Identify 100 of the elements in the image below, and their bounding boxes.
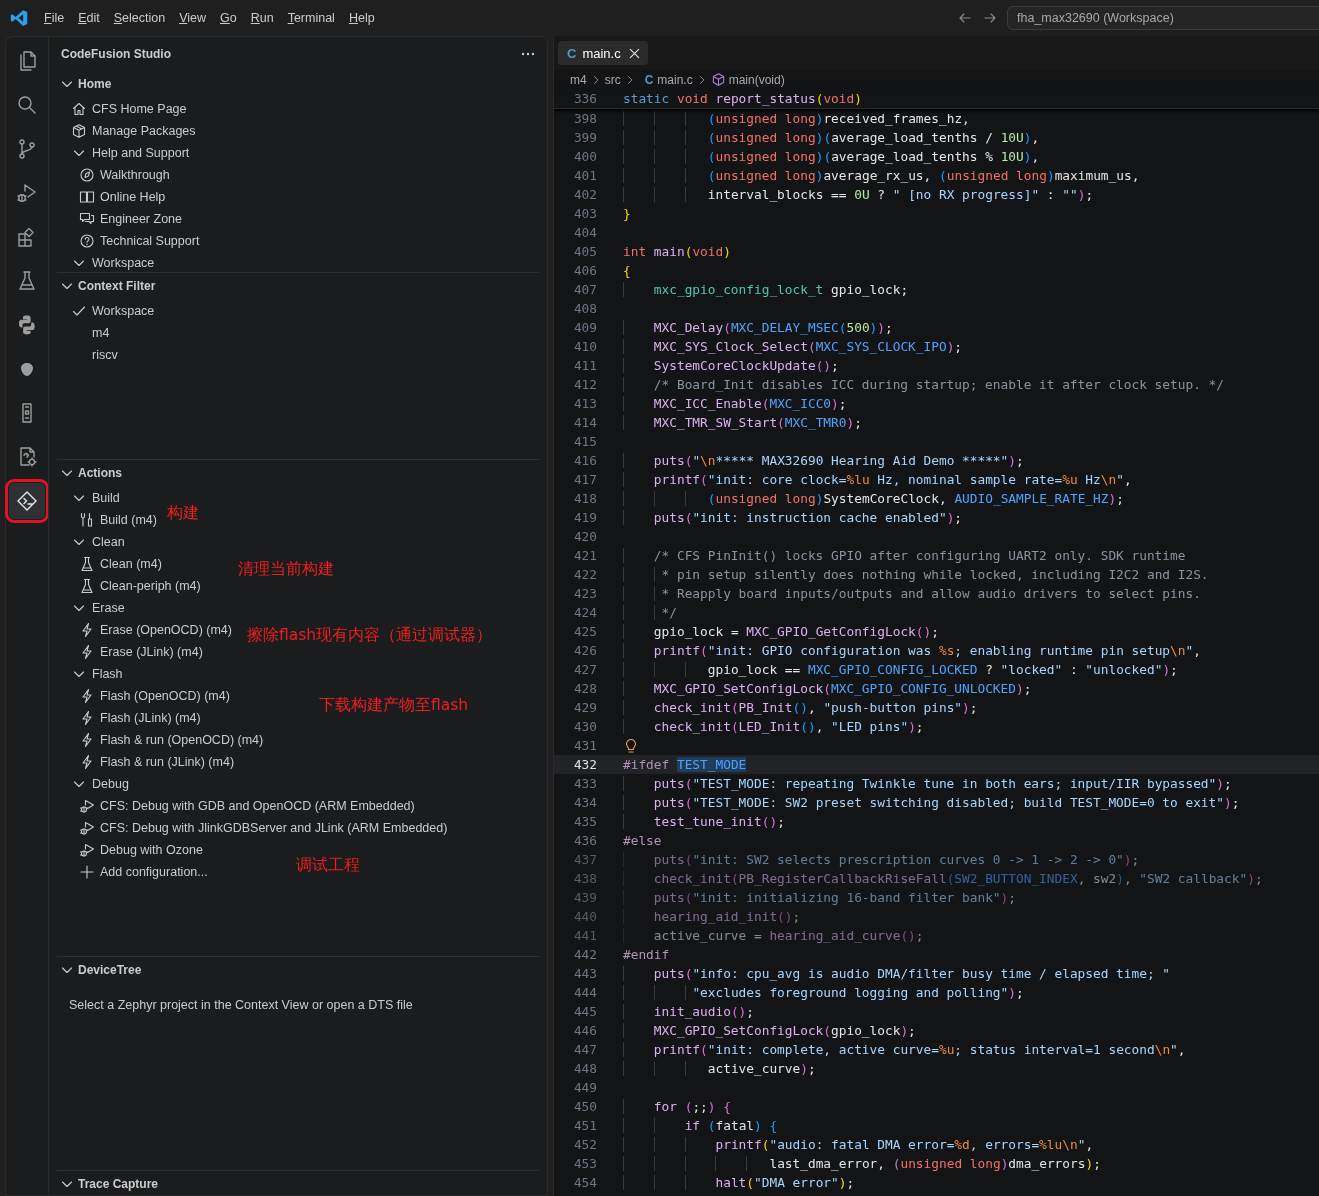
annotation-note: 擦除flash现有内容（通过调试器） (247, 625, 493, 645)
filter-item[interactable]: m4 (92, 326, 110, 340)
code-line: #else (623, 832, 662, 850)
line-number: 437 (572, 851, 597, 869)
tree-group-label[interactable]: Build (92, 491, 120, 505)
tree-group-label[interactable]: Erase (92, 601, 125, 615)
tree-item[interactable]: Erase (OpenOCD) (m4) (100, 623, 232, 637)
breadcrumb-item[interactable]: main(void) (728, 72, 785, 87)
line-number: 452 (572, 1136, 597, 1154)
code-line: puts("TEST_MODE: repeating Twinkle tune in both ears; input/IIR bypassed"); (623, 774, 1232, 793)
line-number: 435 (572, 813, 597, 831)
menu-item[interactable]: View (172, 8, 214, 28)
code-line: printf("init: complete, active curve=%u; status interval=1 second\n", (623, 1040, 1186, 1059)
code-line: active_curve = hearing_aid_curve(); (623, 926, 924, 945)
tree-item[interactable]: Clean (m4) (100, 557, 162, 571)
line-number: 445 (572, 1003, 597, 1021)
tree-group-label[interactable]: Flash (92, 667, 123, 681)
code-line: puts("\n***** MAX32690 Hearing Aid Demo *****"); (623, 451, 1024, 470)
code-line: hearing_aid_init(); (623, 907, 801, 926)
menu-item[interactable]: Selection (106, 8, 173, 28)
tree-item[interactable]: Flash & run (OpenOCD) (m4) (100, 733, 264, 747)
line-number: 444 (572, 984, 597, 1002)
code-line: { (623, 262, 631, 280)
tree-item[interactable]: Online Help (100, 190, 166, 204)
tree-item[interactable]: CFS: Debug with GDB and OpenOCD (ARM Embedded) (100, 799, 415, 813)
line-number: 440 (572, 908, 597, 926)
tree-item[interactable]: Technical Support (100, 234, 200, 248)
editor-tab[interactable]: C main.c (558, 41, 648, 65)
code-line: init_audio(); (623, 1002, 755, 1021)
lightbulb-icon[interactable] (623, 737, 639, 754)
tree-item[interactable]: Flash & run (JLink) (m4) (100, 755, 235, 769)
section-header[interactable]: Trace Capture (57, 1173, 539, 1195)
tree-group-label[interactable]: Debug (92, 777, 129, 791)
tree-item[interactable]: Engineer Zone (100, 212, 182, 226)
menu-item[interactable]: Edit (71, 8, 107, 28)
code-line: for (;;) { (623, 1097, 731, 1116)
line-number: 449 (572, 1079, 597, 1097)
line-number: 426 (572, 642, 597, 660)
tree-item[interactable]: Manage Packages (92, 124, 196, 138)
book-icon (79, 189, 95, 205)
code-line: gpio_lock == MXC_GPIO_CONFIG_LOCKED ? "locked" : "unlocked"); (623, 660, 1178, 679)
compass-icon (79, 167, 95, 183)
section-header[interactable]: Home (57, 73, 539, 95)
section-header[interactable]: Context Filter (57, 275, 539, 297)
tree-item[interactable]: Debug with Ozone (100, 843, 203, 857)
sidebar-title: CodeFusion Studio (61, 47, 171, 61)
line-number: 404 (572, 224, 597, 242)
line-number: 439 (572, 889, 597, 907)
menu-item[interactable]: Run (243, 8, 281, 28)
filter-item[interactable]: Workspace (92, 304, 155, 318)
tree-item[interactable]: Flash (JLink) (m4) (100, 711, 201, 725)
code-line: MXC_TMR_SW_Start(MXC_TMR0); (623, 413, 862, 432)
more-icon[interactable] (521, 52, 535, 56)
tree-item[interactable]: Flash (OpenOCD) (m4) (100, 689, 230, 703)
breadcrumb-item[interactable]: C main.c (638, 72, 693, 87)
code-line: printf("init: GPIO configuration was %s; enabling runtime pin setup\n", (623, 641, 1201, 660)
line-number: 453 (572, 1155, 597, 1173)
section-header[interactable]: DeviceTree (57, 959, 539, 981)
tree-group-label[interactable]: Clean (92, 535, 125, 549)
menu-item[interactable]: Help (341, 8, 382, 28)
line-number: 412 (572, 376, 597, 394)
command-center[interactable]: fha_max32690 (Workspace) (1007, 6, 1319, 30)
code-line: "excludes foreground logging and polling"); (623, 983, 1024, 1002)
tree-item[interactable]: Erase (JLink) (m4) (100, 645, 203, 659)
code-line: #ifdef TEST_MODE (623, 756, 747, 774)
tree-item[interactable]: CFS Home Page (92, 102, 187, 116)
line-number: 431 (572, 737, 597, 755)
code-line: check_init(LED_Init(), "LED pins"); (623, 717, 924, 736)
code-line: MXC_SYS_Clock_Select(MXC_SYS_CLOCK_IPO); (623, 337, 963, 356)
tree-item[interactable]: Walkthrough (100, 168, 170, 182)
section-header[interactable]: Actions (57, 462, 539, 484)
tree-item[interactable]: Add configuration... (100, 865, 208, 879)
code-line: interval_blocks == 0U ? " [no RX progress]" : ""); (623, 185, 1094, 204)
line-number: 421 (572, 547, 597, 565)
tree-item[interactable]: Build (m4) (100, 513, 157, 527)
line-number: 409 (572, 319, 597, 337)
filter-item[interactable]: riscv (92, 348, 118, 362)
tree-group-label[interactable]: Help and Support (92, 146, 190, 160)
annotation-note: 调试工程 (296, 855, 360, 875)
code-line: puts("init: SW2 selects prescription curves 0 -> 1 -> 2 -> 0"); (623, 850, 1140, 869)
line-number: 406 (572, 262, 597, 280)
code-line: (unsigned long)(average_load_tenths % 10U), (623, 147, 1040, 166)
line-number: 418 (572, 490, 597, 508)
question-icon (79, 233, 95, 249)
annotation-note: 构建 (167, 503, 199, 523)
line-number: 417 (572, 471, 597, 489)
breadcrumb-item[interactable]: src (604, 72, 621, 87)
code-line: MXC_Delay(MXC_DELAY_MSEC(500)); (623, 318, 893, 337)
menu-item[interactable]: File (37, 8, 72, 28)
tree-item[interactable]: CFS: Debug with JlinkGDBServer and JLink (ARM Embedded) (100, 821, 448, 835)
empty-message: Select a Zephyr project in the Context View or open a DTS file (68, 997, 414, 1012)
breadcrumb-item[interactable]: m4 (570, 72, 587, 87)
plus-icon (79, 864, 95, 880)
line-number: 422 (572, 566, 597, 584)
menu-item[interactable]: Go (213, 8, 244, 28)
line-number: 407 (572, 281, 597, 299)
menu-item[interactable]: Terminal (280, 8, 342, 28)
line-number: 446 (572, 1022, 597, 1040)
tree-group-label[interactable]: Workspace (92, 256, 155, 270)
tree-item[interactable]: Clean-periph (m4) (100, 579, 201, 593)
